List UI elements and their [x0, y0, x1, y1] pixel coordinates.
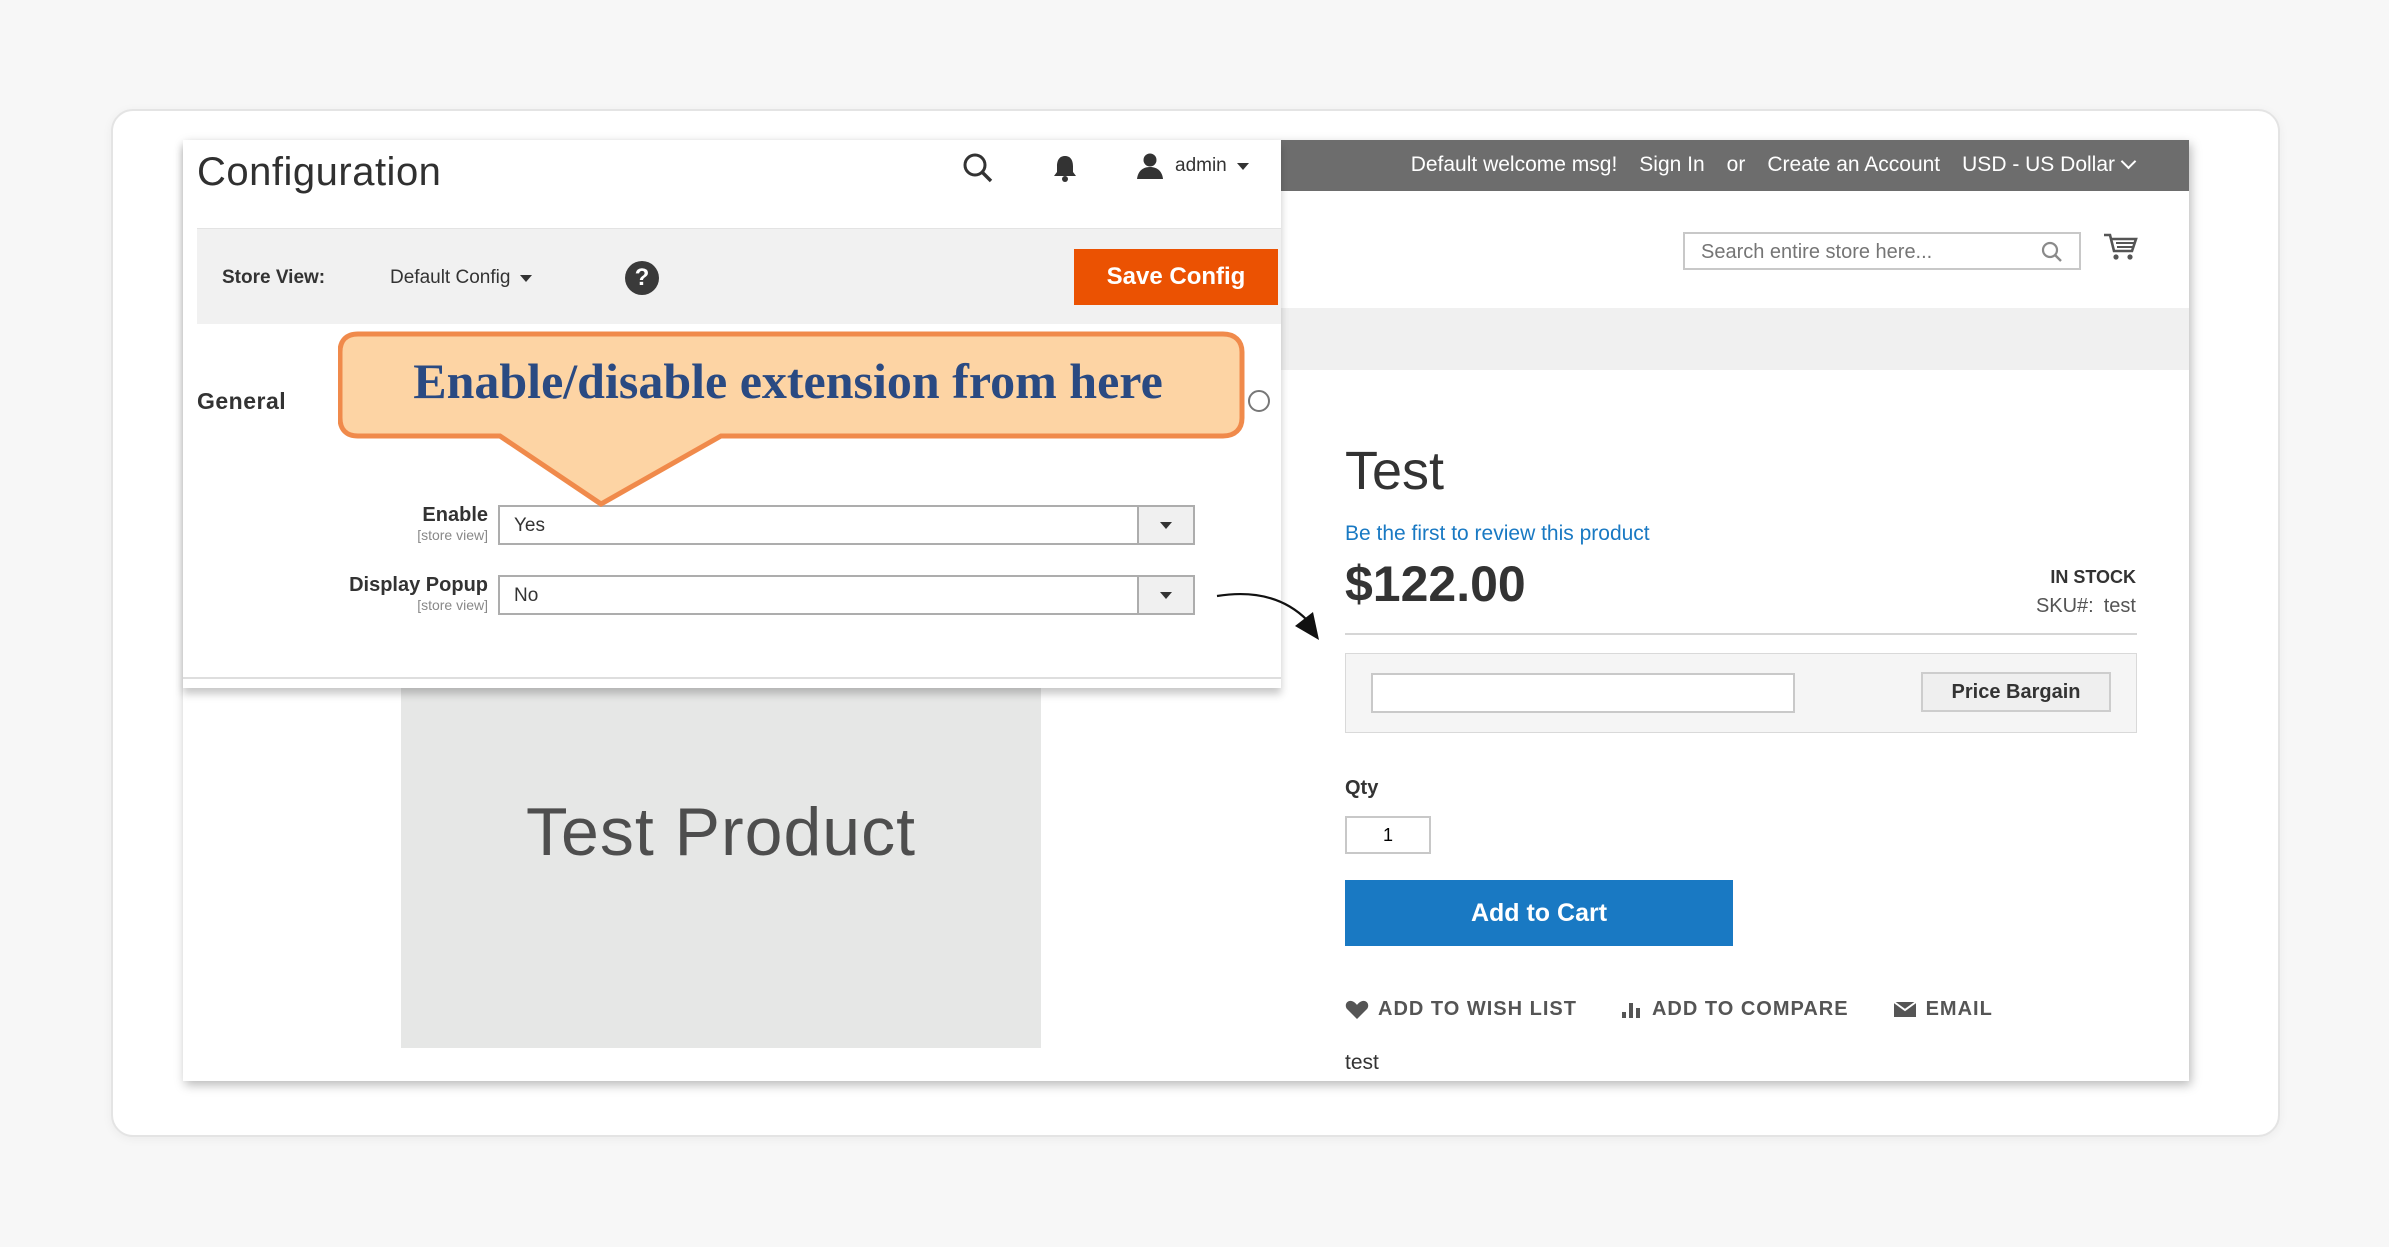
bargain-price-input[interactable]: [1371, 673, 1795, 713]
callout-bubble: Enable/disable extension from here: [337, 326, 1258, 521]
add-to-wishlist-link[interactable]: ADD TO WISH LIST: [1345, 998, 1577, 1021]
store-view-label: Store View:: [222, 267, 326, 288]
email-label: EMAIL: [1925, 998, 1993, 1020]
sku-info: SKU#: test: [2036, 595, 2136, 618]
enable-scope: [store view]: [417, 527, 488, 543]
chevron-down-icon: [1160, 592, 1172, 599]
user-icon: [1137, 153, 1163, 179]
section-general[interactable]: General: [197, 388, 286, 415]
search-input[interactable]: [1699, 236, 2033, 268]
header-links: Default welcome msg! Sign In or Create a…: [1410, 153, 2137, 177]
product-title: Test: [1345, 441, 1445, 501]
or-text: or: [1726, 153, 1746, 176]
search-icon[interactable]: [2041, 241, 2063, 268]
display-popup-dropdown-toggle[interactable]: [1137, 577, 1193, 613]
chevron-down-icon: [1160, 522, 1172, 529]
product-description: test: [1345, 1051, 1379, 1074]
sku-value: test: [2103, 595, 2136, 617]
welcome-message: Default welcome msg!: [1410, 153, 1618, 176]
currency-switcher[interactable]: USD - US Dollar: [1962, 153, 2137, 177]
display-popup-label: Display Popup: [349, 574, 488, 596]
chevron-down-icon: [2120, 153, 2137, 170]
review-link[interactable]: Be the first to review this product: [1345, 522, 1650, 546]
page-title: Configuration: [197, 150, 442, 194]
cart-icon[interactable]: [2103, 232, 2139, 267]
help-icon[interactable]: ?: [625, 261, 659, 295]
chevron-down-icon: [520, 274, 533, 282]
admin-username: admin: [1175, 155, 1227, 176]
store-view-value: Default Config: [390, 267, 511, 288]
sign-in-link[interactable]: Sign In: [1639, 153, 1704, 177]
sku-label: SKU#:: [2035, 595, 2094, 617]
bell-icon[interactable]: [1051, 153, 1079, 188]
add-to-cart-button[interactable]: Add to Cart: [1345, 880, 1733, 946]
email-link[interactable]: EMAIL: [1892, 998, 1993, 1021]
qty-label: Qty: [1345, 777, 1379, 799]
store-view-toolbar: Store View: Default Config ? Save Config: [197, 228, 1281, 324]
add-to-compare-link[interactable]: ADD TO COMPARE: [1621, 998, 1849, 1021]
compare-icon: [1621, 1002, 1640, 1018]
display-popup-select-value: No: [514, 585, 539, 606]
stock-status: IN STOCK: [2050, 567, 2136, 587]
divider: [183, 677, 1281, 679]
divider: [1345, 633, 2137, 635]
callout-text: Enable/disable extension from here: [413, 353, 1163, 409]
product-actions: ADD TO WISH LIST ADD TO COMPARE EMAIL: [1345, 998, 2037, 1021]
save-config-button[interactable]: Save Config: [1074, 249, 1278, 305]
currency-label: USD - US Dollar: [1962, 153, 2115, 176]
chevron-down-icon: [1236, 162, 1249, 170]
qty-input[interactable]: [1345, 816, 1431, 854]
compare-label: ADD TO COMPARE: [1651, 998, 1849, 1020]
price-bargain-box: Price Bargain: [1345, 653, 2137, 733]
store-view-switcher[interactable]: Default Config: [390, 267, 533, 289]
display-popup-scope: [store view]: [417, 597, 488, 613]
product-image-placeholder: Test Product: [526, 794, 916, 870]
envelope-icon: [1892, 1001, 1917, 1017]
product-price: $122.00: [1345, 556, 1526, 612]
heart-icon: [1345, 1000, 1369, 1019]
create-account-link[interactable]: Create an Account: [1767, 153, 1940, 177]
curved-arrow-icon: [1216, 593, 1319, 640]
store-search: [1683, 232, 2081, 270]
search-icon[interactable]: [961, 151, 995, 190]
admin-user-menu[interactable]: admin: [1135, 152, 1249, 180]
product-image: Test Product: [401, 688, 1041, 1048]
display-popup-select[interactable]: No: [498, 575, 1195, 615]
popup-field-label: Display Popup [store view]: [349, 574, 488, 613]
wishlist-label: ADD TO WISH LIST: [1378, 998, 1577, 1020]
price-bargain-button[interactable]: Price Bargain: [1921, 672, 2111, 712]
